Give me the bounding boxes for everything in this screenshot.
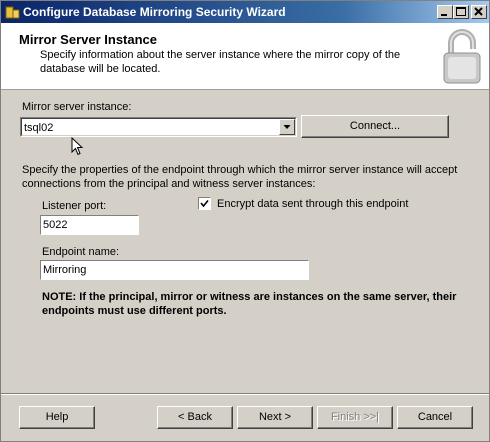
help-button[interactable]: Help bbox=[19, 406, 95, 429]
cancel-button[interactable]: Cancel bbox=[397, 406, 473, 429]
ports-note: NOTE: If the principal, mirror or witnes… bbox=[42, 291, 457, 317]
encrypt-label[interactable]: Encrypt data sent through this endpoint bbox=[217, 198, 408, 210]
close-icon[interactable] bbox=[471, 5, 487, 19]
page-title: Mirror Server Instance bbox=[19, 32, 158, 47]
dropdown-arrow-icon[interactable] bbox=[279, 119, 295, 135]
app-icon bbox=[5, 5, 21, 20]
window-title: Configure Database Mirroring Security Wi… bbox=[23, 5, 286, 19]
lock-icon bbox=[439, 27, 485, 88]
endpoint-name-input[interactable]: Mirroring bbox=[40, 260, 309, 280]
listener-port-input[interactable]: 5022 bbox=[40, 215, 139, 235]
wizard-window: Configure Database Mirroring Security Wi… bbox=[0, 0, 490, 442]
wizard-header: Mirror Server Instance Specify informati… bbox=[1, 23, 489, 90]
page-description: Specify information about the server ins… bbox=[40, 49, 401, 75]
mirror-instance-dropdown[interactable]: tsql02 bbox=[20, 117, 297, 137]
mirror-instance-label: Mirror server instance: bbox=[22, 101, 132, 113]
endpoint-name-label: Endpoint name: bbox=[42, 246, 120, 258]
maximize-icon[interactable] bbox=[453, 5, 469, 19]
mouse-cursor-icon bbox=[71, 136, 85, 160]
minimize-icon[interactable] bbox=[437, 5, 453, 19]
listener-port-label: Listener port: bbox=[42, 200, 107, 212]
finish-button: Finish >>| bbox=[317, 406, 393, 429]
next-button[interactable]: Next > bbox=[237, 406, 313, 429]
checkmark-icon bbox=[200, 199, 209, 208]
encrypt-checkbox[interactable] bbox=[198, 197, 211, 210]
footer-divider bbox=[1, 393, 489, 395]
endpoint-instructions: Specify the properties of the endpoint t… bbox=[22, 164, 458, 190]
connect-button[interactable]: Connect... bbox=[301, 115, 449, 138]
back-button[interactable]: < Back bbox=[157, 406, 233, 429]
mirror-instance-value: tsql02 bbox=[24, 122, 54, 134]
title-bar[interactable]: Configure Database Mirroring Security Wi… bbox=[1, 1, 489, 23]
